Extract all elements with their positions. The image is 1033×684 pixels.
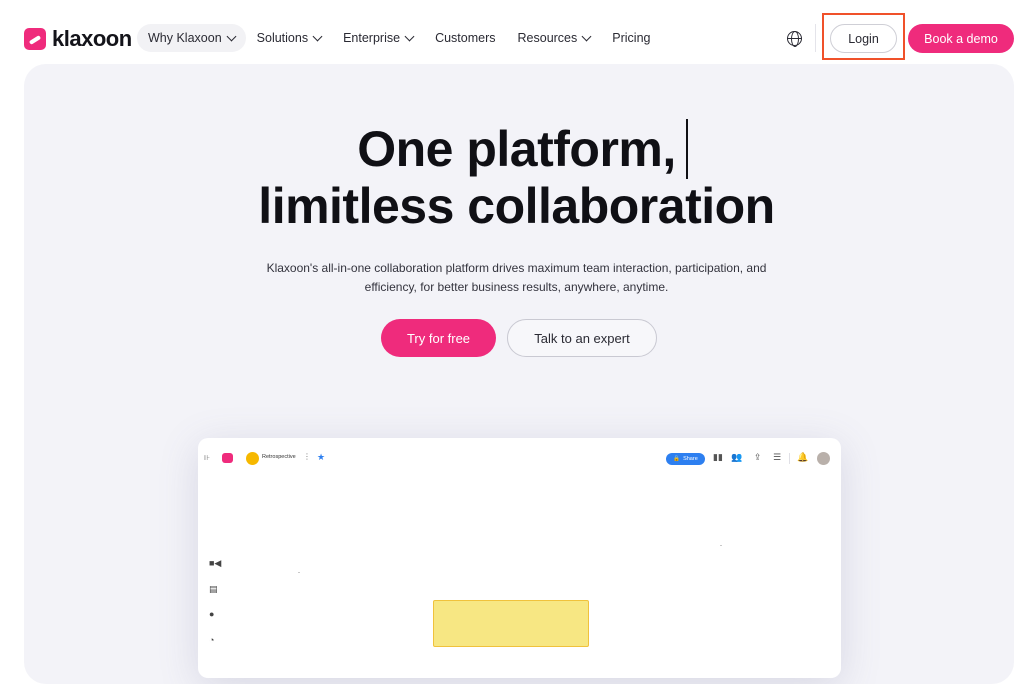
nav-solutions[interactable]: Solutions xyxy=(246,24,332,52)
lock-icon: 🔒 xyxy=(673,456,681,462)
bar-chart-icon: ▮▮ xyxy=(713,452,723,462)
timer-icon: ◔ xyxy=(209,635,215,645)
headline-line-2: limitless collaboration xyxy=(258,178,775,234)
headline-line-1: One platform, xyxy=(357,121,676,177)
login-button[interactable]: Login xyxy=(830,24,897,53)
star-icon: ★ xyxy=(317,452,326,462)
brand-name: klaxoon xyxy=(52,26,132,51)
upload-icon: ⇪ xyxy=(754,452,762,462)
subcopy-line-1: Klaxoon's all-in-one collaboration platf… xyxy=(266,261,767,275)
try-for-free-button[interactable]: Try for free xyxy=(381,319,496,357)
chat-icon: ● xyxy=(209,609,215,619)
hero-headline: One platform, limitless collaboration xyxy=(0,121,1033,235)
participants-icon: 👥 xyxy=(731,452,743,462)
more-options-icon: ⋮ xyxy=(303,452,311,461)
klaxoon-logo-icon xyxy=(24,28,46,50)
toolbar-divider xyxy=(789,453,790,464)
board-dot xyxy=(298,572,300,573)
nav-item-label: Resources xyxy=(517,31,578,45)
nav-pricing[interactable]: Pricing xyxy=(601,24,661,52)
hero-subcopy: Klaxoon's all-in-one collaboration platf… xyxy=(0,259,1033,296)
subcopy-line-2: efficiency, for better business results,… xyxy=(364,279,669,294)
nav-item-label: Solutions xyxy=(256,31,309,45)
nav-why-klaxoon[interactable]: Why Klaxoon xyxy=(137,24,246,52)
nav-divider xyxy=(815,24,816,52)
book-demo-button[interactable]: Book a demo xyxy=(908,24,1014,53)
preview-toolbar: ⊪ Retrospective ⋮ ★ 🔒 Share ▮▮ 👥 ⇪ ☰ 🔔 xyxy=(198,438,841,478)
user-avatar xyxy=(817,452,830,465)
chevron-down-icon xyxy=(312,31,323,41)
main-menu: Why Klaxoon Solutions Enterprise Custome… xyxy=(137,24,661,52)
board-avatar xyxy=(246,452,259,465)
klaxoon-logo-icon xyxy=(222,453,233,463)
bell-icon: 🔔 xyxy=(797,452,809,462)
nav-resources[interactable]: Resources xyxy=(507,24,602,52)
board-dot xyxy=(720,545,722,546)
chevron-down-icon xyxy=(404,31,415,41)
text-cursor xyxy=(686,119,688,179)
chevron-down-icon xyxy=(581,31,592,41)
collapse-sidebar-icon: ⊪ xyxy=(204,455,211,462)
video-camera-icon: ■◀ xyxy=(209,558,222,568)
talk-to-expert-button[interactable]: Talk to an expert xyxy=(507,319,657,357)
share-label: Share xyxy=(683,456,698,462)
share-button: 🔒 Share xyxy=(666,453,705,465)
sticky-note xyxy=(433,600,589,647)
nav-item-label: Customers xyxy=(435,31,496,45)
screen-share-icon: ▤ xyxy=(209,584,218,594)
nav-item-label: Pricing xyxy=(612,31,651,45)
nav-item-label: Why Klaxoon xyxy=(148,31,222,45)
klaxoon-logo[interactable]: klaxoon xyxy=(24,26,132,52)
chevron-down-icon xyxy=(226,31,237,41)
board-name: Retrospective xyxy=(262,454,296,460)
nav-customers[interactable]: Customers xyxy=(424,24,506,52)
app-preview: ⊪ Retrospective ⋮ ★ 🔒 Share ▮▮ 👥 ⇪ ☰ 🔔 ■… xyxy=(198,438,841,678)
settings-sliders-icon: ☰ xyxy=(773,452,782,462)
globe-icon[interactable] xyxy=(787,31,802,47)
nav-enterprise[interactable]: Enterprise xyxy=(332,24,424,52)
nav-item-label: Enterprise xyxy=(343,31,401,45)
